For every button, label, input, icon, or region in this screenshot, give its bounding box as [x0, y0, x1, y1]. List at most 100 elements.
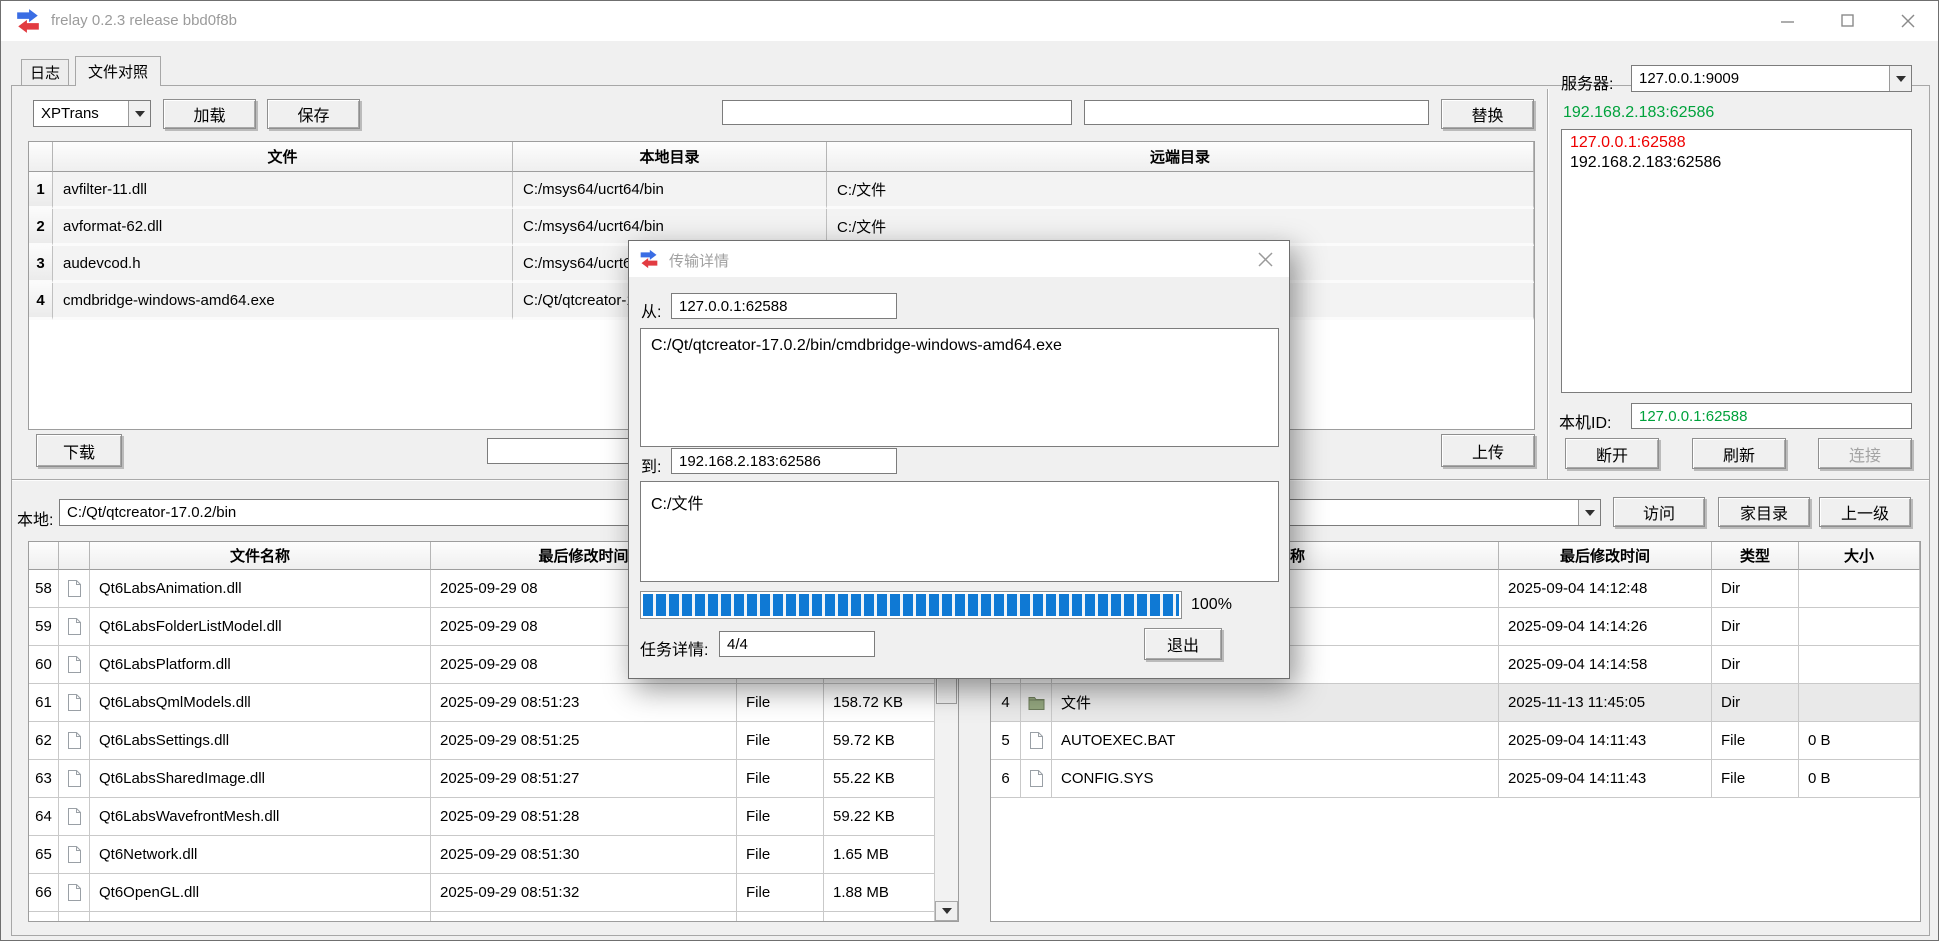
transfer-details-dialog: 传输详情 从: C:/Qt/qtcreator-17.0.2/bin/cmdbr… [628, 240, 1290, 679]
load-button[interactable]: 加载 [163, 99, 256, 129]
dialog-title: 传输详情 [669, 250, 729, 271]
peer-list[interactable]: 127.0.0.1:62588192.168.2.183:62586 [1561, 129, 1912, 393]
row-number: 2 [29, 209, 53, 246]
server-address: 127.0.0.1:9009 [1632, 70, 1889, 87]
row-number: 58 [29, 570, 59, 608]
col-local-dir[interactable]: 本地目录 [513, 142, 827, 172]
file-type: File [1712, 722, 1799, 760]
modified-time: 2025-11-13 11:45:05 [1499, 684, 1712, 722]
row-number: 60 [29, 646, 59, 684]
file-icon [59, 570, 90, 608]
peer-list-item[interactable]: 127.0.0.1:62588 [1562, 133, 1911, 153]
file-icon [59, 646, 90, 684]
file-size: 59.72 KB [824, 722, 936, 760]
chevron-down-icon [1578, 500, 1600, 525]
file-icon [59, 760, 90, 798]
dest-path-box[interactable]: C:/文件 [640, 481, 1279, 582]
file-row[interactable] [29, 912, 936, 922]
transfer-row[interactable]: 1avfilter-11.dllC:/msys64/ucrt64/binC:/文… [29, 172, 1534, 209]
file-name: avformat-62.dll [53, 209, 513, 246]
file-row[interactable]: 61Qt6LabsQmlModels.dll2025-09-29 08:51:2… [29, 684, 936, 722]
file-size: 59.22 KB [824, 798, 936, 836]
progress-fill [643, 594, 1179, 616]
dialog-close-icon[interactable] [1247, 241, 1283, 277]
col-modified-time[interactable]: 最后修改时间 [1499, 542, 1712, 570]
file-type: Dir [1712, 684, 1799, 722]
row-number: 5 [991, 722, 1021, 760]
up-level-button[interactable]: 上一级 [1819, 497, 1911, 527]
local-id-label: 本机ID: [1559, 409, 1611, 433]
upload-button[interactable]: 上传 [1441, 434, 1535, 467]
maximize-button[interactable] [1818, 1, 1878, 41]
local-label: 本地: [17, 506, 53, 530]
file-row[interactable]: 66Qt6OpenGL.dll2025-09-29 08:51:32File1.… [29, 874, 936, 912]
file-row[interactable]: 4文件2025-11-13 11:45:05Dir [991, 684, 1920, 722]
file-name: cmdbridge-windows-amd64.exe [53, 283, 513, 320]
row-number: 3 [29, 246, 53, 283]
preset-select[interactable]: XPTrans [33, 100, 151, 127]
row-number: 64 [29, 798, 59, 836]
file-icon [59, 608, 90, 646]
col-remote-dir[interactable]: 远端目录 [827, 142, 1534, 172]
file-icon [59, 722, 90, 760]
file-size: 55.22 KB [824, 760, 936, 798]
row-number: 6 [991, 760, 1021, 798]
visit-button[interactable]: 访问 [1613, 497, 1705, 527]
file-type: Dir [1712, 646, 1799, 684]
to-field[interactable] [671, 448, 897, 474]
save-button[interactable]: 保存 [267, 99, 360, 129]
file-row[interactable]: 64 Qt6LabsWavefrontMesh.dll2025-09-29 08:… [29, 798, 936, 836]
file-row[interactable]: 65Qt6Network.dll2025-09-29 08:51:30File1… [29, 836, 936, 874]
source-path-box[interactable]: C:/Qt/qtcreator-17.0.2/bin/cmdbridge-win… [640, 328, 1279, 447]
exit-button[interactable]: 退出 [1144, 628, 1222, 660]
minimize-button[interactable] [1758, 1, 1818, 41]
refresh-button[interactable]: 刷新 [1692, 438, 1786, 469]
col-size[interactable]: 大小 [1799, 542, 1920, 570]
file-row[interactable]: 62Qt6LabsSettings.dll2025-09-29 08:51:25… [29, 722, 936, 760]
modified-time: 2025-09-04 14:12:48 [1499, 570, 1712, 608]
progress-percent: 100% [1191, 596, 1232, 614]
file-row[interactable]: 6CONFIG.SYS2025-09-04 14:11:43File0 B [991, 760, 1920, 798]
task-detail-field[interactable] [719, 631, 875, 657]
local-id-field[interactable] [1631, 403, 1912, 429]
modified-time: 2025-09-29 08:51:25 [431, 722, 737, 760]
file-icon [59, 798, 90, 836]
row-number: 4 [29, 283, 53, 320]
disconnect-button[interactable]: 断开 [1565, 438, 1659, 469]
col-file-name[interactable]: 文件名称 [90, 542, 431, 570]
file-icon [59, 874, 90, 912]
modified-time: 2025-09-29 08:51:27 [431, 760, 737, 798]
col-file[interactable]: 文件 [53, 142, 513, 172]
file-size: 0 B [1799, 760, 1920, 798]
replace-input[interactable] [1084, 100, 1429, 125]
remote-dir: C:/文件 [827, 172, 1534, 209]
file-type: Dir [1712, 608, 1799, 646]
file-row[interactable]: 5AUTOEXEC.BAT2025-09-04 14:11:43File0 B [991, 722, 1920, 760]
tab-file-compare[interactable]: 文件对照 [75, 56, 161, 86]
file-size [1799, 646, 1920, 684]
server-select[interactable]: 127.0.0.1:9009 [1631, 65, 1912, 92]
modified-time: 2025-09-29 08:51:30 [431, 836, 737, 874]
replace-button[interactable]: 替换 [1441, 99, 1534, 129]
download-button[interactable]: 下载 [36, 434, 122, 467]
search-input[interactable] [722, 100, 1072, 125]
file-name: Qt6LabsAnimation.dll [90, 570, 431, 608]
row-number [29, 912, 59, 922]
modified-time: 2025-09-29 08:51:28 [431, 798, 737, 836]
file-type: File [737, 722, 824, 760]
file-row[interactable]: 63Qt6LabsSharedImage.dll2025-09-29 08:51… [29, 760, 936, 798]
window-title: frelay 0.2.3 release bbd0f8b [51, 12, 237, 29]
home-dir-button[interactable]: 家目录 [1718, 497, 1810, 527]
local-dir: C:/msys64/ucrt64/bin [513, 172, 827, 209]
row-number: 62 [29, 722, 59, 760]
file-name: Qt6Network.dll [90, 836, 431, 874]
connect-button[interactable]: 连接 [1818, 438, 1912, 469]
close-button[interactable] [1878, 1, 1938, 41]
peer-list-item[interactable]: 192.168.2.183:62586 [1562, 153, 1911, 173]
file-type: File [1712, 760, 1799, 798]
col-type[interactable]: 类型 [1712, 542, 1799, 570]
scroll-down-icon[interactable] [935, 901, 958, 921]
from-field[interactable] [671, 293, 897, 319]
file-name: Qt6LabsWavefrontMesh.dll [90, 798, 431, 836]
tab-log[interactable]: 日志 [21, 59, 69, 85]
